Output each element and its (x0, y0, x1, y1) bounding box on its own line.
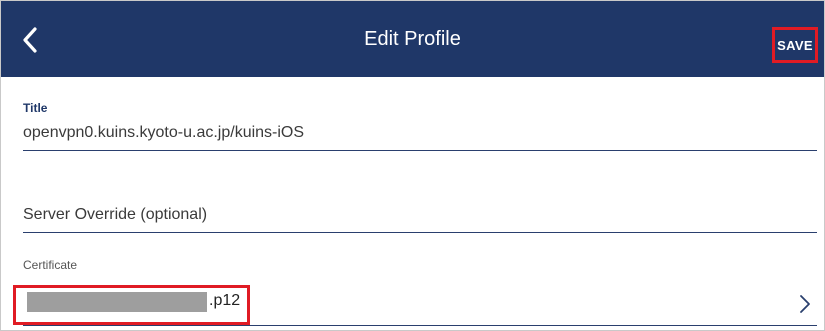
certificate-extension: .p12 (209, 292, 241, 309)
certificate-name-redacted (27, 292, 207, 312)
server-override-input[interactable]: Server Override (optional) (23, 197, 817, 233)
title-input[interactable]: openvpn0.kuins.kyoto-u.ac.jp/kuins-iOS (23, 119, 817, 151)
title-label: Title (23, 101, 48, 115)
save-button[interactable]: SAVE (772, 27, 818, 63)
top-bar: Edit Profile SAVE (1, 1, 824, 77)
certificate-label: Certificate (23, 258, 78, 272)
back-button[interactable] (13, 23, 47, 57)
chevron-right-icon (800, 295, 810, 313)
edit-profile-screen: Edit Profile SAVE Title openvpn0.kuins.k… (0, 0, 825, 331)
chevron-left-icon (23, 27, 37, 53)
certificate-selector[interactable]: .p12 (13, 284, 817, 326)
page-title: Edit Profile (364, 28, 461, 50)
